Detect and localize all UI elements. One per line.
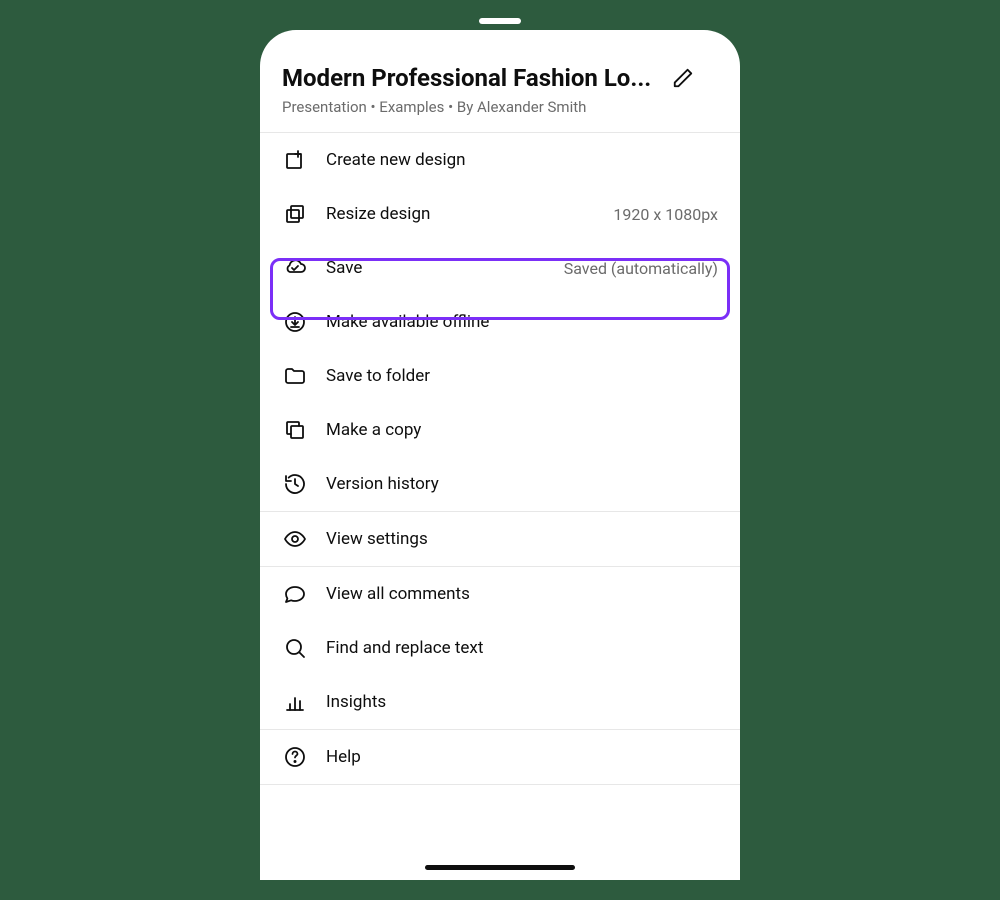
sheet-grabber[interactable]	[479, 18, 521, 24]
menu-section-tools: View all comments Find and replace text	[260, 567, 740, 730]
help-circle-icon	[282, 744, 308, 770]
menu-item-label: View settings	[326, 529, 718, 549]
save-status: Saved (automatically)	[564, 259, 718, 278]
menu-item-label: View all comments	[326, 584, 718, 604]
home-indicator[interactable]	[425, 865, 575, 870]
menu-item-label: Save	[326, 258, 564, 278]
menu-item-insights[interactable]: Insights	[260, 675, 740, 729]
menu-item-label: Resize design	[326, 204, 613, 224]
menu-section-help: Help	[260, 730, 740, 785]
document-title: Modern Professional Fashion Lo...	[282, 64, 651, 92]
create-new-icon	[282, 147, 308, 173]
menu-item-label: Help	[326, 747, 718, 767]
comment-icon	[282, 581, 308, 607]
menu-item-label: Make a copy	[326, 420, 718, 440]
menu-item-label: Save to folder	[326, 366, 718, 386]
menu-item-label: Find and replace text	[326, 638, 718, 658]
menu-item-view-all-comments[interactable]: View all comments	[260, 567, 740, 621]
menu-item-find-and-replace[interactable]: Find and replace text	[260, 621, 740, 675]
menu-section-view: View settings	[260, 512, 740, 567]
eye-icon	[282, 526, 308, 552]
menu-item-version-history[interactable]: Version history	[260, 457, 740, 511]
bar-chart-icon	[282, 689, 308, 715]
menu-item-create-new-design[interactable]: Create new design	[260, 133, 740, 187]
menu-item-save-to-folder[interactable]: Save to folder	[260, 349, 740, 403]
pencil-icon	[672, 67, 694, 89]
cloud-check-icon	[282, 255, 308, 281]
menu-item-make-a-copy[interactable]: Make a copy	[260, 403, 740, 457]
edit-title-button[interactable]	[669, 64, 697, 92]
history-icon	[282, 471, 308, 497]
menu-item-resize-design[interactable]: Resize design 1920 x 1080px	[260, 187, 740, 241]
download-circle-icon	[282, 309, 308, 335]
document-header: Modern Professional Fashion Lo... Presen…	[260, 30, 740, 133]
menu-item-help[interactable]: Help	[260, 730, 740, 784]
resize-dimensions: 1920 x 1080px	[613, 205, 718, 224]
menu-item-view-settings[interactable]: View settings	[260, 512, 740, 566]
resize-icon	[282, 201, 308, 227]
sheet-panel: Modern Professional Fashion Lo... Presen…	[260, 30, 740, 880]
menu-item-label: Version history	[326, 474, 718, 494]
menu-item-label: Make available offline	[326, 312, 718, 332]
copy-icon	[282, 417, 308, 443]
menu-item-label: Insights	[326, 692, 718, 712]
document-subtitle: Presentation • Examples • By Alexander S…	[282, 98, 718, 116]
menu-item-save[interactable]: Save Saved (automatically)	[260, 241, 740, 295]
menu-item-make-available-offline[interactable]: Make available offline	[260, 295, 740, 349]
folder-icon	[282, 363, 308, 389]
menu-section-file: Create new design Resize design 1920 x 1…	[260, 133, 740, 512]
search-icon	[282, 635, 308, 661]
menu-item-label: Create new design	[326, 150, 718, 170]
